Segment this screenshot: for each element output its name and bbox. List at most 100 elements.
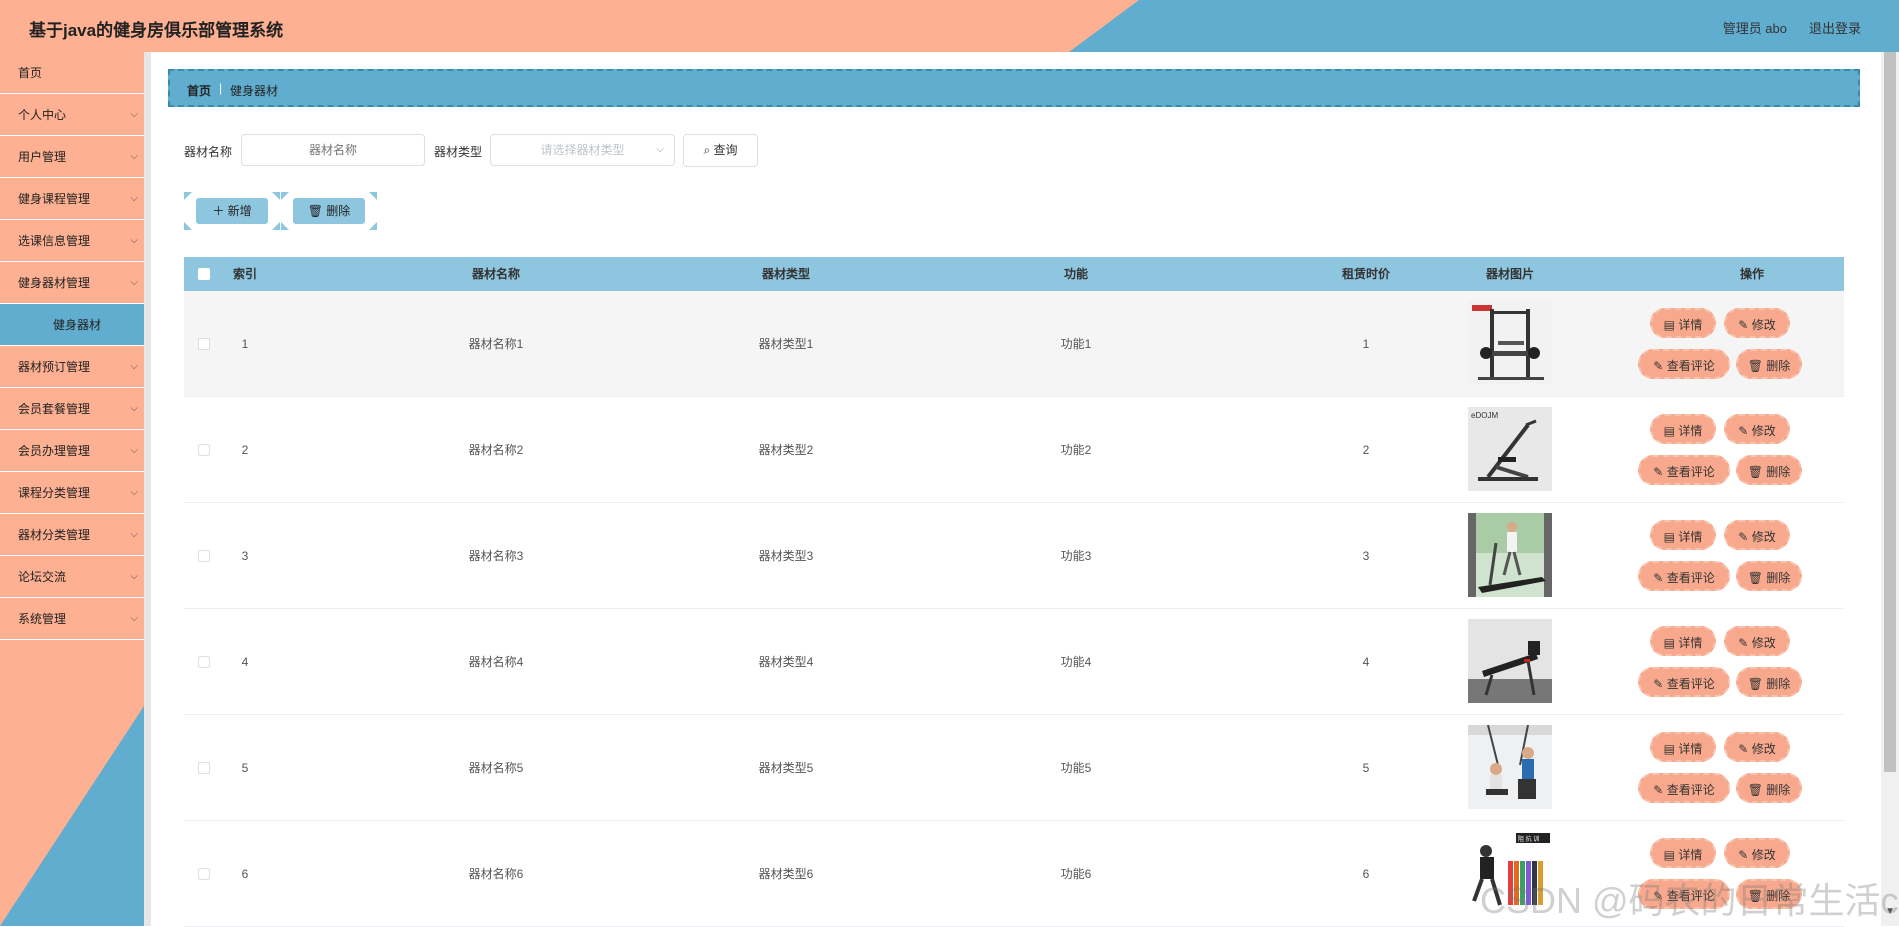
- name-search-input[interactable]: [241, 134, 425, 166]
- breadcrumb-home[interactable]: 首页: [187, 82, 211, 99]
- add-button[interactable]: ＋ 新增: [196, 198, 268, 224]
- delete-button[interactable]: 🗑 删除: [293, 198, 365, 224]
- chevron-down-icon: ⌵: [130, 193, 138, 204]
- row-delete-button-label: 删除: [1766, 677, 1791, 691]
- breadcrumb: 首页 | 健身器材: [168, 69, 1860, 107]
- view-comments-button-label: 查看评论: [1666, 783, 1715, 797]
- detail-button[interactable]: ▤ 详情: [1650, 520, 1716, 550]
- view-comments-button[interactable]: ✎ 查看评论: [1638, 773, 1730, 803]
- row-checkbox[interactable]: [198, 338, 210, 350]
- row-checkbox[interactable]: [198, 656, 210, 668]
- edit-button[interactable]: ✎ 修改: [1724, 520, 1790, 550]
- equipment-image[interactable]: [1468, 619, 1552, 703]
- sidebar-item-label: 健身课程管理: [18, 192, 91, 206]
- sidebar-item-12[interactable]: 论坛交流 ⌵: [0, 556, 144, 598]
- edit-button[interactable]: ✎ 修改: [1724, 308, 1790, 338]
- document-icon: ▤: [1663, 742, 1679, 756]
- row-delete-button-label: 删除: [1766, 571, 1791, 585]
- sidebar-item-label: 论坛交流: [18, 570, 67, 584]
- sidebar-item-8[interactable]: 会员套餐管理 ⌵: [0, 388, 144, 430]
- view-comments-button[interactable]: ✎ 查看评论: [1638, 349, 1730, 379]
- col-image: 器材图片: [1485, 267, 1534, 281]
- detail-button[interactable]: ▤ 详情: [1650, 308, 1716, 338]
- view-comments-button-label: 查看评论: [1666, 571, 1715, 585]
- equipment-image[interactable]: eDOJM: [1468, 407, 1552, 491]
- row-delete-button[interactable]: 🗑 删除: [1736, 455, 1802, 485]
- row-checkbox[interactable]: [198, 550, 210, 562]
- view-comments-button[interactable]: ✎ 查看评论: [1638, 561, 1730, 591]
- sidebar-item-label: 健身器材管理: [18, 276, 91, 290]
- sidebar-item-7[interactable]: 器材预订管理 ⌵: [0, 346, 144, 388]
- row-delete-button[interactable]: 🗑 删除: [1736, 561, 1802, 591]
- sidebar-item-11[interactable]: 器材分类管理 ⌵: [0, 514, 144, 556]
- logout-link[interactable]: 退出登录: [1809, 18, 1861, 37]
- cell-type: 器材类型3: [758, 549, 814, 563]
- edit-button[interactable]: ✎ 修改: [1724, 626, 1790, 656]
- equipment-image[interactable]: [1468, 301, 1552, 385]
- cell-function: 功能4: [1060, 655, 1092, 669]
- pencil-icon: ✎: [1653, 359, 1667, 373]
- cell-name: 器材名称6: [468, 867, 524, 881]
- sidebar-item-6[interactable]: 健身器材: [0, 304, 144, 346]
- sidebar-item-10[interactable]: 课程分类管理 ⌵: [0, 472, 144, 514]
- pencil-icon: ✎: [1738, 742, 1752, 756]
- chevron-down-icon: ⌵: [130, 487, 138, 498]
- type-select[interactable]: 请选择器材类型 ⌵: [490, 134, 675, 166]
- view-comments-button-label: 查看评论: [1666, 359, 1715, 373]
- sidebar-item-label: 首页: [18, 66, 43, 80]
- detail-button-label: 详情: [1678, 742, 1703, 756]
- row-delete-button[interactable]: 🗑 删除: [1736, 773, 1802, 803]
- sidebar-item-13[interactable]: 系统管理 ⌵: [0, 598, 144, 640]
- view-comments-button[interactable]: ✎ 查看评论: [1638, 667, 1730, 697]
- equipment-image[interactable]: [1468, 513, 1552, 597]
- select-all-checkbox[interactable]: [198, 268, 210, 280]
- sidebar-item-3[interactable]: 健身课程管理 ⌵: [0, 178, 144, 220]
- edit-button[interactable]: ✎ 修改: [1724, 838, 1790, 868]
- detail-button[interactable]: ▤ 详情: [1650, 414, 1716, 444]
- scrollbar-thumb[interactable]: [1884, 52, 1896, 772]
- sidebar-item-0[interactable]: 首页: [0, 52, 144, 94]
- sidebar-item-2[interactable]: 用户管理 ⌵: [0, 136, 144, 178]
- row-delete-button[interactable]: 🗑 删除: [1736, 349, 1802, 379]
- cell-index: 4: [241, 655, 249, 669]
- cell-index: 2: [241, 443, 249, 457]
- sidebar-item-label: 健身器材: [53, 318, 102, 332]
- pencil-icon: ✎: [1738, 530, 1752, 544]
- sidebar-item-label: 器材分类管理: [18, 528, 91, 542]
- chevron-down-icon: ⌵: [130, 613, 138, 624]
- type-label: 器材类型: [434, 145, 483, 159]
- row-delete-button[interactable]: 🗑 删除: [1736, 667, 1802, 697]
- cell-index: 1: [241, 337, 249, 351]
- row-checkbox[interactable]: [198, 868, 210, 880]
- query-label: 查询: [713, 143, 738, 157]
- pencil-icon: ✎: [1738, 424, 1752, 438]
- view-comments-button[interactable]: ✎ 查看评论: [1638, 455, 1730, 485]
- detail-button[interactable]: ▤ 详情: [1650, 732, 1716, 762]
- row-checkbox[interactable]: [198, 762, 210, 774]
- edit-button-label: 修改: [1751, 318, 1776, 332]
- query-button[interactable]: ⌕ 查询: [683, 134, 758, 167]
- pencil-icon: ✎: [1653, 571, 1667, 585]
- sidebar-item-label: 个人中心: [18, 108, 67, 122]
- edit-button[interactable]: ✎ 修改: [1724, 414, 1790, 444]
- cell-price: 6: [1362, 867, 1370, 881]
- detail-button[interactable]: ▤ 详情: [1650, 838, 1716, 868]
- name-label: 器材名称: [184, 145, 233, 159]
- cell-type: 器材类型2: [758, 443, 814, 457]
- sidebar-item-5[interactable]: 健身器材管理 ⌵: [0, 262, 144, 304]
- svg-text:阻 抗 训: 阻 抗 训: [1518, 835, 1539, 843]
- chevron-down-icon: ⌵: [130, 529, 138, 540]
- detail-button[interactable]: ▤ 详情: [1650, 626, 1716, 656]
- sidebar-item-1[interactable]: 个人中心 ⌵: [0, 94, 144, 136]
- cell-index: 3: [241, 549, 249, 563]
- equipment-image[interactable]: [1468, 725, 1552, 809]
- row-checkbox[interactable]: [198, 444, 210, 456]
- sidebar-item-4[interactable]: 选课信息管理 ⌵: [0, 220, 144, 262]
- sidebar-menu: 首页 个人中心 ⌵ 用户管理 ⌵ 健身课程管理 ⌵ 选课信息管理 ⌵ 健身器材管理 ⌵ 健身器材 器材预…: [0, 52, 144, 640]
- equipment-table: 索引 器材名称 器材类型 功能 租赁时价 器材图片 操作 1 器材名称1 器材类型1…: [184, 257, 1844, 927]
- edit-button[interactable]: ✎ 修改: [1724, 732, 1790, 762]
- sidebar-item-9[interactable]: 会员办理管理 ⌵: [0, 430, 144, 472]
- table-row: 4 器材名称4 器材类型4 功能4 4 ▤ 详情 ✎ 修改 ✎ 查看评论 🗑 删除: [184, 609, 1844, 715]
- document-icon: ▤: [1663, 636, 1679, 650]
- chevron-down-icon: ⌵: [130, 361, 138, 372]
